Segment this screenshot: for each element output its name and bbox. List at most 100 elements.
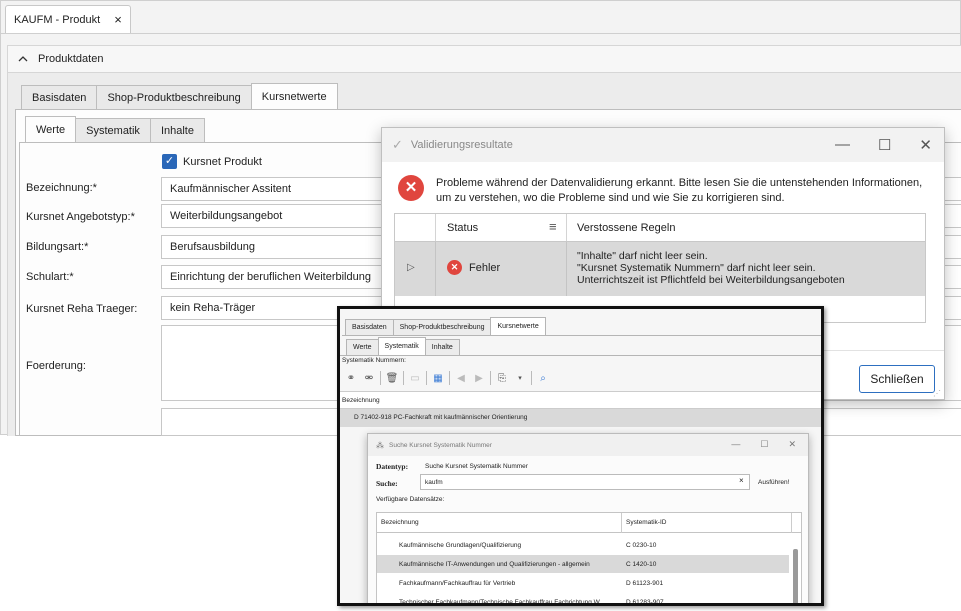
clear-search-icon[interactable]: ×	[739, 476, 744, 485]
close-tab-icon[interactable]: ×	[114, 12, 122, 27]
validation-message: Probleme während der Datenvalidierung er…	[436, 177, 923, 204]
close-icon[interactable]: ✕	[919, 136, 932, 154]
inset-tab-divider	[340, 355, 821, 356]
col-divider	[791, 513, 792, 533]
inset-inner-tab-bar: Werte Systematik Inhalte	[346, 337, 460, 355]
minimize-icon[interactable]: —	[731, 439, 740, 450]
inset-tab-basisdaten[interactable]: Basisdaten	[345, 319, 394, 335]
kursnet-produkt-checkbox[interactable]: ✓	[162, 154, 177, 169]
table-row[interactable]: Kaufmännische Grundlagen/Qualifizierung …	[377, 536, 801, 554]
checkmark-icon: ✓	[392, 137, 403, 152]
inset-tab-kursnetwerte[interactable]: Kursnetwerte	[490, 317, 546, 335]
window-controls: — ☐ ✕	[835, 136, 932, 154]
outer-tab-bar: Basisdaten Shop-Produktbeschreibung Kurs…	[21, 83, 338, 109]
col-divider	[435, 214, 436, 241]
search-input[interactable]: kaufm	[420, 474, 750, 490]
bezeichnung-label: Bezeichnung:*	[26, 182, 97, 194]
unlink-icon[interactable]: ⚮	[362, 373, 376, 384]
datentyp-label: Datentyp:	[376, 462, 409, 471]
table-row[interactable]: Technischer Fachkaufmann/Technische Fach…	[377, 593, 801, 606]
document-tab[interactable]: KAUFM - Produkt ×	[5, 5, 131, 33]
maximize-icon[interactable]: ☐	[760, 439, 768, 450]
results-header: Bezeichnung Systematik-ID	[377, 513, 801, 533]
inset-tab-systematik[interactable]: Systematik	[377, 337, 426, 355]
tab-shop-produktbeschreibung[interactable]: Shop-Produktbeschreibung	[96, 85, 252, 109]
search-window-controls: — ☐ ✕	[731, 439, 796, 450]
foerderung-label: Foerderung:	[26, 360, 86, 372]
minimize-icon[interactable]: —	[835, 136, 850, 154]
tab-kursnetwerte[interactable]: Kursnetwerte	[250, 83, 338, 109]
maximize-icon[interactable]: ☐	[878, 136, 891, 154]
systematik-nummern-label: Systematik Nummern:	[342, 357, 406, 364]
row-id: D 61283-907	[626, 598, 664, 606]
col-divider	[566, 242, 567, 296]
row-id: D 61123-901	[626, 579, 664, 587]
status-text: Fehler	[469, 262, 501, 274]
inner-tab-bar: Werte Systematik Inhalte	[25, 116, 205, 142]
next-icon[interactable]: ▶	[472, 373, 486, 384]
error-status-icon: ✕	[447, 260, 462, 275]
delete-icon[interactable]: 🗑	[385, 373, 399, 384]
row-id: C 0230-10	[626, 541, 657, 549]
tab-basisdaten[interactable]: Basisdaten	[21, 85, 98, 109]
inset-outer-tab-bar: Basisdaten Shop-Produktbeschreibung Kurs…	[345, 317, 546, 335]
table-row[interactable]: Fachkaufmann/Fachkauffrau für Vertrieb D…	[377, 574, 801, 592]
bildungsart-label: Bildungsart:*	[26, 241, 89, 253]
chevron-down-icon[interactable]: ▾	[513, 374, 527, 382]
prev-icon[interactable]: ◀	[454, 373, 468, 384]
row-name: Kaufmännische IT-Anwendungen und Qualifi…	[399, 560, 590, 568]
rule-line: "Inhalte" darf nicht leer sein.	[577, 250, 708, 262]
results-table: Bezeichnung Systematik-ID Kaufmännische …	[376, 512, 802, 606]
tab-inhalte[interactable]: Inhalte	[149, 118, 205, 142]
app-icon: ⁂	[376, 440, 384, 450]
violations-header: Status ≡ Verstossene Regeln	[395, 214, 925, 242]
scrollbar-thumb[interactable]	[793, 549, 798, 603]
kursnet-produkt-label: Kursnet Produkt	[183, 156, 262, 168]
col-status-header[interactable]: Status	[447, 222, 478, 234]
expand-row-icon[interactable]: ▷	[407, 262, 415, 273]
toolbar-separator	[380, 371, 381, 385]
toolbar-separator	[426, 371, 427, 385]
row-name: Fachkaufmann/Fachkauffrau für Vertrieb	[399, 579, 516, 587]
rules-cell: "Inhalte" darf nicht leer sein. "Kursnet…	[577, 250, 845, 286]
search-dialog-title: Suche Kursnet Systematik Nummer	[389, 441, 492, 449]
open-icon[interactable]: ▭	[408, 373, 422, 384]
col-bezeichnung-header[interactable]: Bezeichnung	[381, 519, 419, 526]
table-row[interactable]: Kaufmännische IT-Anwendungen und Qualifi…	[377, 555, 789, 573]
inset-tab-divider	[342, 335, 821, 336]
toolbar-separator	[403, 371, 404, 385]
database-icon[interactable]: ▦	[431, 373, 445, 384]
section-header-produktdaten[interactable]: Produktdaten	[7, 45, 961, 73]
inset-tab-werte[interactable]: Werte	[346, 339, 379, 355]
col-systematik-id-header[interactable]: Systematik-ID	[626, 519, 666, 526]
filter-icon[interactable]: ≡	[549, 219, 557, 234]
error-icon: ✕	[398, 175, 424, 201]
row-name: Kaufmännische Grundlagen/Qualifizierung	[399, 541, 522, 549]
ausfuehren-button[interactable]: Ausführen!	[758, 479, 789, 486]
validation-title: Validierungsresultate	[410, 139, 513, 151]
suche-label: Suche:	[376, 479, 398, 488]
col-rules-header[interactable]: Verstossene Regeln	[577, 222, 675, 234]
tab-systematik[interactable]: Systematik	[75, 118, 151, 142]
close-icon[interactable]: ✕	[788, 439, 796, 450]
table-row[interactable]: ▷ ✕ Fehler "Inhalte" darf nicht leer sei…	[395, 242, 925, 296]
link-icon[interactable]: ⚭	[344, 373, 358, 384]
export-icon[interactable]: ⎘	[495, 373, 509, 384]
inset-tab-shop[interactable]: Shop-Produktbeschreibung	[392, 319, 492, 335]
inset-column-header[interactable]: Bezeichnung	[340, 391, 821, 409]
datentyp-value: Suche Kursnet Systematik Nummer	[425, 463, 528, 470]
table-row[interactable]: D 71402-918 PC-Fachkraft mit kaufmännisc…	[340, 409, 821, 427]
inset-toolbar: ⚭ ⚮ 🗑 ▭ ▦ ◀ ▶ ⎘ ▾ ⌕	[344, 371, 550, 385]
col-divider	[621, 513, 622, 533]
schliessen-button[interactable]: Schließen	[859, 365, 935, 393]
rule-line: "Kursnet Systematik Nummern" darf nicht …	[577, 262, 816, 274]
inset-tab-inhalte[interactable]: Inhalte	[424, 339, 460, 355]
search-dialog: ⁂ Suche Kursnet Systematik Nummer — ☐ ✕ …	[367, 433, 809, 606]
inset-screenshot: Basisdaten Shop-Produktbeschreibung Kurs…	[337, 306, 824, 606]
search-doc-icon[interactable]: ⌕	[536, 373, 550, 384]
available-records-label: Verfügbare Datensätze:	[376, 496, 445, 503]
resize-grip-icon[interactable]: ⋰	[933, 389, 941, 398]
tab-strip-divider	[1, 33, 961, 34]
tab-werte[interactable]: Werte	[25, 116, 77, 142]
angebotstyp-label: Kursnet Angebotstyp:*	[26, 211, 135, 223]
